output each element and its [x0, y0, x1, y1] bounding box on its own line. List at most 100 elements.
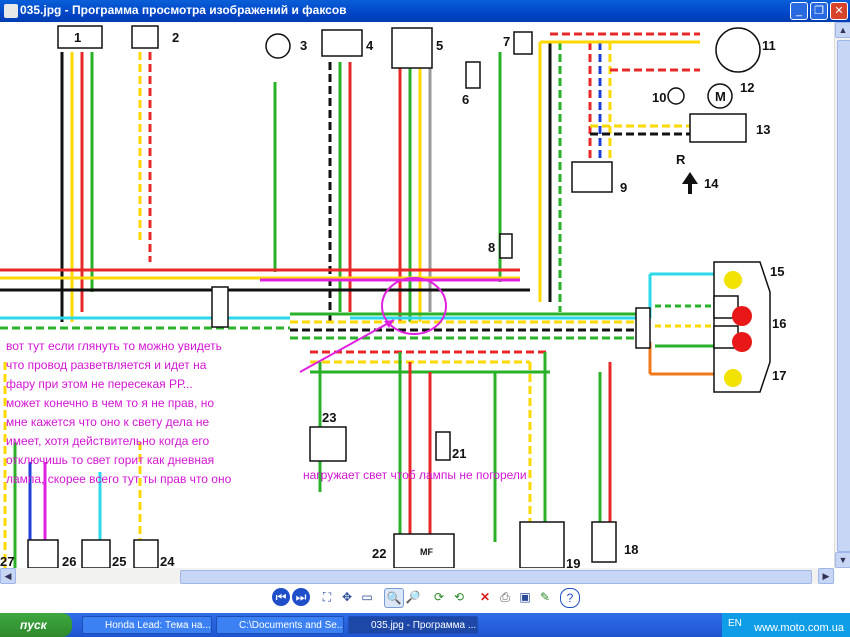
lamp-15: [724, 271, 742, 289]
task-image-viewer[interactable]: 035.jpg - Программа ...: [348, 616, 478, 634]
label-18: 18: [624, 542, 638, 557]
motor-letter: M: [715, 89, 726, 104]
label-1: 1: [74, 30, 81, 45]
highlight-circle: [381, 277, 447, 335]
unit-9: [571, 161, 613, 193]
fuse-21: [435, 431, 451, 461]
scroll-right-arrow-icon[interactable]: ▶: [818, 568, 834, 584]
label-4: 4: [366, 38, 374, 53]
next-image-icon[interactable]: ⏭: [292, 588, 310, 606]
generator-11: [715, 27, 761, 73]
label-12: 12: [740, 80, 754, 95]
save-icon[interactable]: ▣: [516, 588, 534, 606]
label-13: 13: [756, 122, 770, 137]
label-23: 23: [322, 410, 336, 425]
image-viewport[interactable]: 1 2 3 4 5 6 7 8 9 10 11 12 13 14 15 16 1…: [0, 22, 850, 584]
help-icon[interactable]: ?: [560, 588, 580, 608]
vertical-scroll-thumb[interactable]: [837, 40, 850, 552]
language-indicator[interactable]: EN: [728, 618, 742, 629]
coil-13: [689, 113, 747, 143]
rotate-counterclockwise-icon[interactable]: ⟲: [450, 588, 468, 606]
label-2: 2: [172, 30, 179, 45]
system-tray: EN www.moto.com.ua: [722, 613, 850, 637]
label-10: 10: [652, 90, 666, 105]
task-explorer[interactable]: C:\Documents and Se...: [216, 616, 344, 634]
best-fit-icon[interactable]: ⛶: [318, 588, 336, 606]
zoom-in-icon[interactable]: 🔍: [384, 588, 404, 608]
annotation-line: может конечно в чем то я не прав, но: [6, 396, 215, 410]
actual-size-icon[interactable]: ✥: [338, 588, 356, 606]
taskbar: пуск Honda Lead: Тема на... C:\Documents…: [0, 613, 850, 637]
annotation-line: вот тут если глянуть то можно увидеть: [6, 339, 222, 353]
scroll-down-arrow-icon[interactable]: ▼: [835, 552, 850, 568]
slideshow-icon[interactable]: ▭: [358, 588, 376, 606]
label-25: 25: [112, 554, 126, 568]
resistor-8: [499, 233, 513, 259]
label-14: 14: [704, 176, 719, 191]
scroll-left-arrow-icon[interactable]: ◀: [0, 568, 16, 584]
connector-26: [27, 539, 59, 569]
label-11: 11: [762, 38, 776, 53]
marker-r: R: [676, 152, 686, 167]
lamp-17: [724, 369, 742, 387]
label-24: 24: [160, 554, 175, 568]
zoom-out-icon[interactable]: 🔎: [404, 588, 422, 606]
connector-7: [513, 31, 533, 55]
label-27: 27: [0, 554, 14, 568]
label-8: 8: [488, 240, 495, 255]
connector-25: [81, 539, 111, 569]
annotation-left: вот тут если глянуть то можно увидеть чт…: [6, 337, 304, 489]
label-21: 21: [452, 446, 466, 461]
junction-connector: [635, 307, 651, 349]
battery-mf-label: MF: [420, 547, 433, 557]
previous-image-icon[interactable]: ⏮: [272, 588, 290, 606]
edit-icon[interactable]: ✎: [536, 588, 554, 606]
connector-2: [131, 25, 159, 49]
lamp-16-lower: [732, 332, 752, 352]
restore-button[interactable]: ❐: [810, 2, 828, 20]
annotation-line: лампа, скорее всего тут ты прав что оно: [6, 472, 232, 486]
task-browser[interactable]: Honda Lead: Тема на...: [82, 616, 212, 634]
label-9: 9: [620, 180, 627, 195]
horizontal-scrollbar[interactable]: ◀ ▶: [0, 568, 834, 584]
start-label: пуск: [20, 618, 47, 632]
rotate-clockwise-icon[interactable]: ⟳: [430, 588, 448, 606]
title-bar: 035.jpg - Программа просмотра изображени…: [0, 0, 850, 22]
annotation-line: отключишь то свет горит как дневная: [6, 453, 215, 467]
annotation-right: нагружает свет чтоб лампы не погорели: [303, 468, 527, 482]
viewer-toolbar: ⏮ ⏭ ⛶ ✥ ▭ 🔍 🔎 ⟳ ⟲ ✕ ⎙ ▣ ✎ ?: [0, 584, 850, 612]
label-17: 17: [772, 368, 786, 383]
horn-3: [265, 33, 291, 59]
lamp-16-upper: [732, 306, 752, 326]
window-title: 035.jpg - Программа просмотра изображени…: [20, 3, 347, 17]
print-icon[interactable]: ⎙: [496, 588, 514, 606]
connector-24: [133, 539, 159, 569]
minimize-button[interactable]: _: [790, 2, 808, 20]
switch-18: [591, 521, 617, 563]
annotation-arrow: [299, 319, 395, 373]
start-button[interactable]: пуск: [0, 613, 72, 637]
horizontal-scroll-thumb[interactable]: [180, 570, 812, 584]
annotation-line: мне кажется что оно к свету дела не: [6, 415, 210, 429]
unit-23: [309, 426, 347, 462]
sensor-10: [667, 87, 685, 105]
junction-connector: [211, 286, 229, 328]
connector-5: [391, 27, 433, 69]
close-button[interactable]: ✕: [830, 2, 848, 20]
label-15: 15: [770, 264, 784, 279]
label-16: 16: [772, 316, 786, 331]
vertical-scrollbar[interactable]: ▲ ▼: [834, 22, 850, 568]
delete-icon[interactable]: ✕: [476, 588, 494, 606]
label-19: 19: [566, 556, 580, 568]
annotation-line: что провод разветвляется и идет на: [6, 358, 207, 372]
ground-arrow-icon: [682, 172, 698, 194]
annotation-line: имеет, хотя действительно когда его: [6, 434, 210, 448]
label-26: 26: [62, 554, 76, 568]
label-3: 3: [300, 38, 307, 53]
connector-4: [321, 29, 363, 57]
label-7: 7: [503, 34, 510, 49]
label-6: 6: [462, 92, 469, 107]
label-5: 5: [436, 38, 443, 53]
label-22: 22: [372, 546, 386, 561]
scroll-up-arrow-icon[interactable]: ▲: [835, 22, 850, 38]
